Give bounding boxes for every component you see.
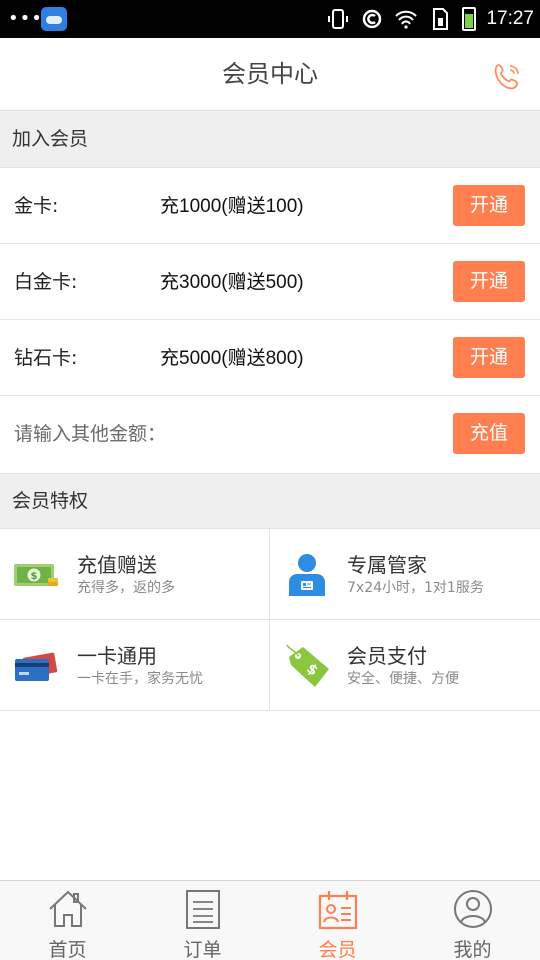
open-platinum-card-button[interactable]: 开通 bbox=[453, 261, 525, 302]
privilege-subtitle: 充得多，返的多 bbox=[77, 580, 175, 596]
card-icon bbox=[15, 652, 58, 681]
platinum-card-row: 白金卡: 充3000(赠送500) 开通 bbox=[0, 244, 540, 320]
tab-label: 订单 bbox=[183, 939, 222, 960]
tab-profile[interactable]: 我的 bbox=[405, 881, 540, 960]
card-offer: 充3000(赠送500) bbox=[160, 271, 304, 293]
weather-app-icon bbox=[41, 7, 67, 31]
sync-icon bbox=[360, 7, 384, 31]
privilege-subtitle: 安全、便捷、方便 bbox=[347, 671, 459, 687]
battery-icon bbox=[462, 7, 477, 31]
amount-input[interactable]: 请输入其他金额： bbox=[14, 396, 166, 472]
profile-icon bbox=[454, 890, 492, 928]
price-tag-icon: $ bbox=[286, 644, 329, 687]
custom-amount-row: 请输入其他金额： 充值 bbox=[0, 396, 540, 473]
bottom-tab-bar: 首页 订单 会员 我的 bbox=[0, 880, 540, 960]
gold-card-row: 金卡: 充1000(赠送100) 开通 bbox=[0, 168, 540, 244]
money-icon: $ bbox=[14, 564, 58, 586]
open-gold-card-button[interactable]: 开通 bbox=[453, 185, 525, 226]
join-section-title: 加入会员 bbox=[0, 112, 540, 167]
recharge-button[interactable]: 充值 bbox=[453, 413, 525, 454]
card-offer: 充5000(赠送800) bbox=[160, 347, 304, 369]
privilege-subtitle: 一卡在手，家务无忧 bbox=[77, 671, 203, 687]
home-icon bbox=[49, 890, 87, 927]
privilege-butler[interactable]: 专属管家 7x24小时，1对1服务 bbox=[270, 529, 540, 620]
wifi-icon bbox=[394, 7, 418, 31]
tab-orders[interactable]: 订单 bbox=[135, 881, 270, 960]
svg-text:$: $ bbox=[31, 571, 38, 582]
privilege-title: 会员支付 bbox=[347, 644, 427, 668]
app-header: 会员中心 bbox=[0, 38, 540, 111]
privilege-recharge-bonus[interactable]: $ 充值赠送 充得多，返的多 bbox=[0, 529, 270, 620]
privilege-title: 专属管家 bbox=[347, 553, 427, 577]
status-bar: ••• 17:27 bbox=[0, 0, 540, 38]
butler-icon bbox=[289, 554, 325, 596]
privileges-section-title: 会员特权 bbox=[0, 474, 540, 528]
diamond-card-row: 钻石卡: 充5000(赠送800) 开通 bbox=[0, 320, 540, 396]
tab-label: 会员 bbox=[318, 939, 357, 960]
vibrate-icon bbox=[326, 7, 350, 31]
page-title: 会员中心 bbox=[222, 60, 318, 88]
card-label: 白金卡: bbox=[14, 271, 78, 293]
tab-home[interactable]: 首页 bbox=[0, 881, 135, 960]
notification-dots: ••• bbox=[8, 8, 43, 29]
card-offer: 充1000(赠送100) bbox=[160, 195, 304, 217]
privileges-grid: $ 充值赠送 充得多，返的多 专属管家 7x24小时，1对1服务 一卡通用 一卡… bbox=[0, 528, 540, 711]
order-icon bbox=[186, 890, 220, 929]
open-diamond-card-button[interactable]: 开通 bbox=[453, 337, 525, 378]
clock: 17:27 bbox=[486, 8, 534, 29]
member-icon bbox=[318, 891, 358, 930]
tab-member[interactable]: 会员 bbox=[270, 881, 405, 960]
sim-icon bbox=[428, 7, 452, 31]
privilege-subtitle: 7x24小时，1对1服务 bbox=[347, 580, 484, 596]
privilege-title: 一卡通用 bbox=[77, 644, 157, 668]
membership-options: 金卡: 充1000(赠送100) 开通 白金卡: 充3000(赠送500) 开通… bbox=[0, 167, 540, 474]
tab-label: 我的 bbox=[453, 939, 492, 960]
card-label: 钻石卡: bbox=[14, 347, 78, 369]
phone-icon[interactable] bbox=[492, 62, 522, 92]
privilege-member-pay[interactable]: $ 会员支付 安全、便捷、方便 bbox=[270, 620, 540, 711]
privilege-one-card[interactable]: 一卡通用 一卡在手，家务无忧 bbox=[0, 620, 270, 711]
privilege-title: 充值赠送 bbox=[77, 553, 157, 577]
card-label: 金卡: bbox=[14, 195, 59, 217]
tab-label: 首页 bbox=[48, 939, 87, 960]
